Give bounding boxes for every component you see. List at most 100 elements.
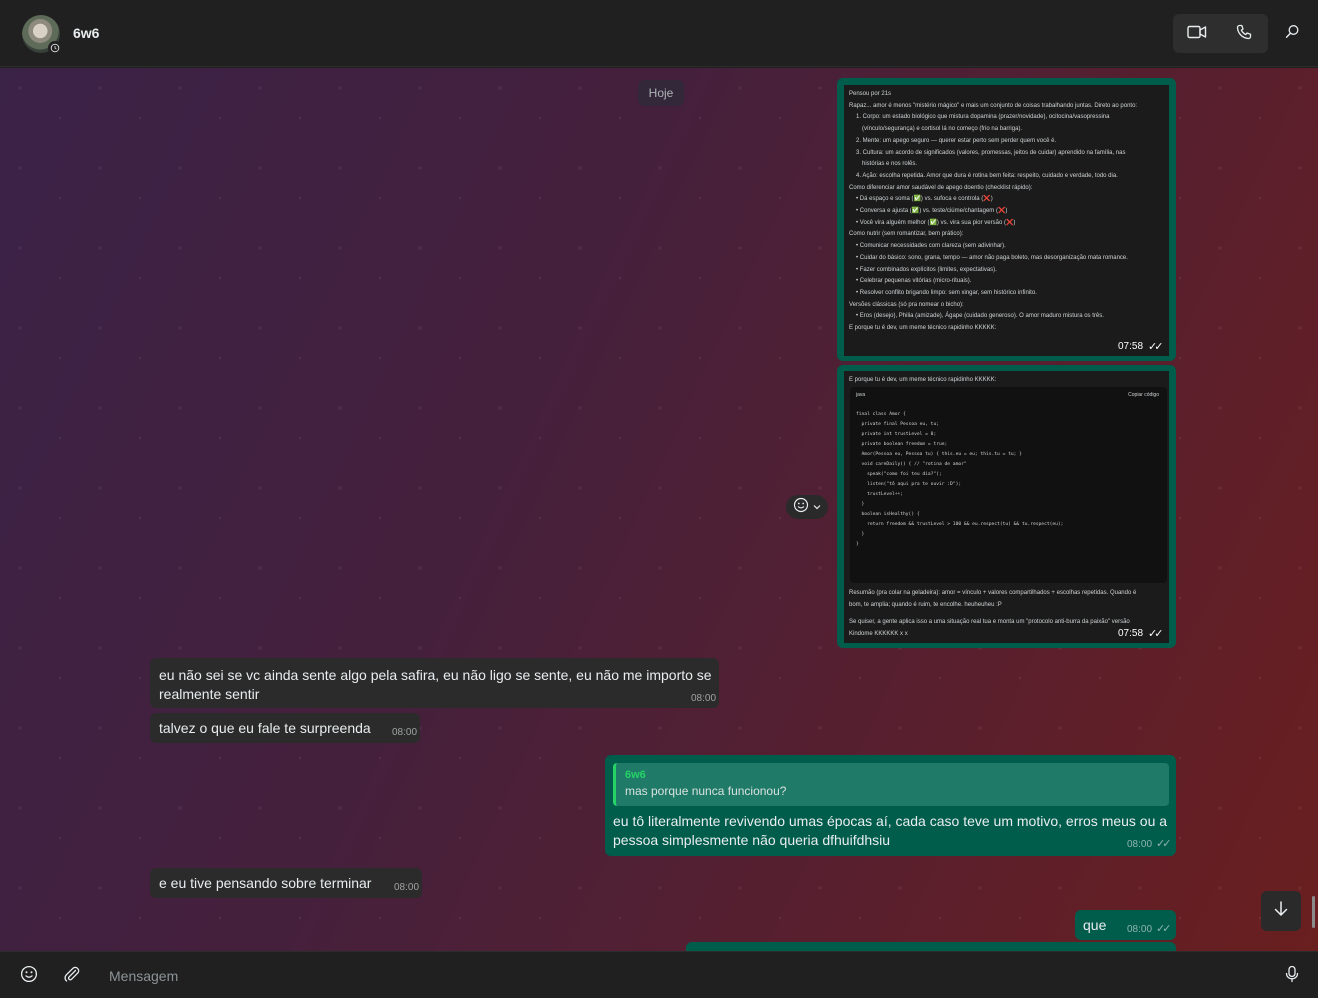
image-text-line: E porque tu é dev, um meme técnico rapid… (849, 325, 997, 332)
voice-call-icon (1236, 24, 1252, 45)
attach-button[interactable] (58, 962, 86, 990)
code-lines: final class Amor { private final Pessoa … (856, 410, 1063, 550)
image-text-line: • Fazer combinados explícitos (limites, … (856, 266, 997, 273)
code-line: speak("como foi teu dia?"); (856, 472, 942, 477)
image-text-line: Versões clássicas (só pra nomear o bicho… (849, 301, 964, 308)
message-text: que (1083, 917, 1107, 933)
voice-call-button[interactable] (1226, 20, 1262, 48)
image-message[interactable]: Pensou por 21s Rapaz... amor é menos "mi… (837, 78, 1176, 361)
quoted-text: mas porque nunca funcionou? (625, 784, 787, 798)
incoming-message[interactable]: eu não sei se vc ainda sente algo pela s… (150, 658, 719, 708)
chat-header: 6w6 (0, 0, 1318, 67)
outgoing-message[interactable]: 6w6 mas porque nunca funcionou? eu tô li… (605, 755, 1176, 856)
message-input[interactable]: Mensagem (109, 968, 178, 984)
message-text: e eu tive pensando sobre terminar (159, 875, 372, 891)
image-text-line: Kindome KKKKKK x x (849, 631, 908, 638)
image-text-line: • Celebrar pequenas vitórias (micro-ritu… (856, 278, 972, 285)
message-time: 08:00 (1127, 924, 1153, 935)
image-text-line: Como diferenciar amor saudável de apego … (849, 184, 1033, 191)
voice-message-button[interactable] (1278, 962, 1306, 990)
code-line: boolean isHealthy() { (856, 512, 920, 517)
reaction-button[interactable] (786, 495, 828, 519)
code-line: return freedom && trustLevel > 100 && eu… (856, 522, 1064, 527)
message-text: eu não sei se vc ainda sente algo pela s… (159, 667, 712, 683)
video-call-button[interactable] (1178, 20, 1216, 48)
emoji-button[interactable] (15, 962, 43, 990)
outgoing-message-partial[interactable] (686, 942, 1176, 951)
quoted-message[interactable]: 6w6 mas porque nunca funcionou? (613, 763, 1169, 806)
code-line: private final Pessoa eu, tu; (856, 422, 939, 427)
attach-icon (63, 965, 81, 988)
message-time: 08:00 (691, 693, 717, 704)
microphone-icon (1284, 965, 1300, 988)
message-text: realmente sentir (159, 686, 260, 702)
quoted-author: 6w6 (625, 769, 646, 781)
arrow-down-icon (1272, 900, 1290, 923)
contact-name[interactable]: 6w6 (73, 25, 99, 41)
image-content: Pensou por 21s Rapaz... amor é menos "mi… (844, 85, 1169, 356)
code-line: Amor(Pessoa eu, Pessoa tu) { this.eu = e… (856, 452, 1022, 457)
code-line: trustLevel++; (856, 492, 904, 497)
message-time: 08:00 (394, 882, 420, 893)
emoji-icon (20, 965, 38, 988)
image-text-line: Pensou por 21s (849, 91, 892, 97)
image-text-line: Resumão (pra colar na geladeira): amor =… (849, 590, 1137, 596)
code-line: final class Amor { (856, 412, 906, 417)
image-text-line: • Comunicar necessidades com clareza (se… (856, 243, 1006, 250)
scroll-to-bottom-button[interactable] (1261, 891, 1301, 931)
code-line: } (856, 502, 865, 507)
read-ticks-icon: ✓✓ (1148, 341, 1164, 353)
search-icon (1285, 24, 1300, 44)
image-text-line: Rapaz... amor é menos "mistério mágico" … (849, 102, 1138, 109)
search-button[interactable] (1278, 20, 1306, 48)
image-text-line: bom, te amplia; quando é ruim, te encolh… (849, 601, 1002, 608)
image-text-line: histórias e nos rolês. (862, 161, 918, 168)
code-line: private int trustLevel = 0; (856, 432, 937, 437)
image-text-line: 1. Corpo: um estado biológico que mistur… (856, 114, 1110, 121)
copy-code-label: Copiar código (1128, 392, 1159, 398)
message-time: 07:58 (1118, 341, 1144, 352)
video-call-icon (1187, 25, 1207, 44)
read-ticks-icon: ✓✓ (1148, 628, 1164, 640)
image-text-line: Se quiser, a gente aplica isso a uma sit… (849, 619, 1130, 626)
image-message[interactable]: E porque tu é dev, um meme técnico rapid… (837, 365, 1176, 648)
image-text-line: • Cuidar do básico: sono, grana, tempo —… (856, 254, 1128, 261)
whatsapp-window: 6w6 Hoje Pensou por 21s Rapaz... amor é … (0, 0, 1318, 998)
scrollbar[interactable] (1312, 896, 1315, 928)
message-time: 07:58 (1118, 628, 1144, 639)
image-text-line: • Dá espaço e soma (✅) vs. sufoca e cont… (856, 196, 993, 203)
message-text: talvez o que eu fale te surpreenda (159, 720, 371, 736)
image-text-line: E porque tu é dev, um meme técnico rapid… (849, 377, 997, 383)
code-line: void careDaily() { // "rotina de amor" (856, 462, 967, 467)
message-text: eu tô literalmente revivendo umas épocas… (613, 813, 1168, 829)
incoming-message[interactable]: talvez o que eu fale te surpreenda 08:00 (150, 713, 420, 743)
message-text: pessoa simplesmente não queria dfhuifdhs… (613, 832, 891, 848)
image-text-line: • Resolver conflito brigando limpo: sem … (856, 289, 1037, 296)
image-text-line: 2. Mente: um apego seguro — querer estar… (856, 137, 1057, 144)
code-block: java Copiar código final class Amor { pr… (850, 387, 1167, 583)
chevron-down-icon (813, 498, 821, 516)
code-language: java (856, 392, 866, 398)
image-text-line: 4. Ação: escolha repetida. Amor que dura… (856, 172, 1118, 179)
image-text-line: • Conversa e ajusta (✅) vs. teste/ciúme/… (856, 208, 1008, 215)
code-line: } (856, 542, 859, 547)
image-text-line: • Você vira alguém melhor (✅) vs. vira s… (856, 219, 1016, 226)
code-line: listen("tô aqui pra te ouvir :D"); (856, 482, 962, 487)
image-text-line: Como nutrir (sem romantizar, bem prático… (849, 231, 964, 238)
chat-area[interactable]: Hoje Pensou por 21s Rapaz... amor é meno… (0, 68, 1318, 951)
emoji-icon (793, 497, 809, 518)
code-line: } (856, 532, 865, 537)
delivered-ticks-icon: ✓✓ (1156, 838, 1172, 850)
message-time: 08:00 (1127, 839, 1153, 850)
image-text-line: • Eros (desejo), Philia (amizade), Ágape… (856, 313, 1104, 320)
status-icon (48, 41, 62, 55)
code-line: private boolean freedom = true; (856, 442, 948, 447)
delivered-ticks-icon: ✓✓ (1156, 923, 1172, 935)
composer-bar: Mensagem (0, 951, 1318, 998)
incoming-message[interactable]: e eu tive pensando sobre terminar 08:00 (150, 868, 422, 898)
image-text-line: 3. Cultura: um acordo de significados (v… (856, 149, 1126, 156)
image-text-line: (vínculo/segurança) e cortisol lá no com… (862, 126, 1023, 133)
date-divider: Hoje (638, 80, 684, 106)
outgoing-message[interactable]: que 08:00 ✓✓ (1075, 910, 1176, 940)
message-time: 08:00 (392, 727, 418, 738)
